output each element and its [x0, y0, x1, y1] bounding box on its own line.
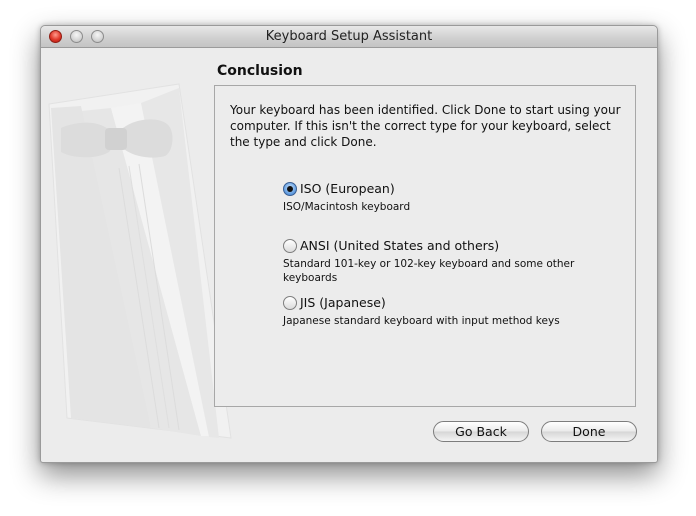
go-back-button[interactable]: Go Back: [433, 421, 529, 442]
radio-jis[interactable]: [283, 295, 297, 310]
intro-text: Your keyboard has been identified. Click…: [230, 103, 621, 149]
option-jis-label[interactable]: JIS (Japanese): [300, 295, 386, 310]
title-bar[interactable]: Keyboard Setup Assistant: [41, 26, 657, 48]
option-iso[interactable]: ISO (European) ISO/Macintosh keyboard: [283, 181, 603, 214]
radio-iso[interactable]: [283, 181, 297, 196]
done-button[interactable]: Done: [541, 421, 637, 442]
option-iso-label[interactable]: ISO (European): [300, 181, 395, 196]
window-title: Keyboard Setup Assistant: [265, 29, 433, 44]
option-iso-description: ISO/Macintosh keyboard: [283, 201, 411, 213]
radio-ansi[interactable]: [283, 238, 297, 253]
option-jis[interactable]: JIS (Japanese) Japanese standard keyboar…: [283, 295, 603, 328]
content-panel: Your keyboard has been identified. Click…: [214, 85, 636, 407]
option-jis-description: Japanese standard keyboard with input me…: [283, 315, 560, 327]
option-ansi[interactable]: ANSI (United States and others) Standard…: [283, 238, 603, 285]
option-ansi-description: Standard 101-key or 102-key keyboard and…: [283, 258, 575, 284]
page-title: Conclusion: [217, 63, 303, 79]
assistant-window: Keyboard Setup Assistant Conclusion Your…: [40, 25, 658, 463]
option-ansi-label[interactable]: ANSI (United States and others): [300, 238, 499, 253]
